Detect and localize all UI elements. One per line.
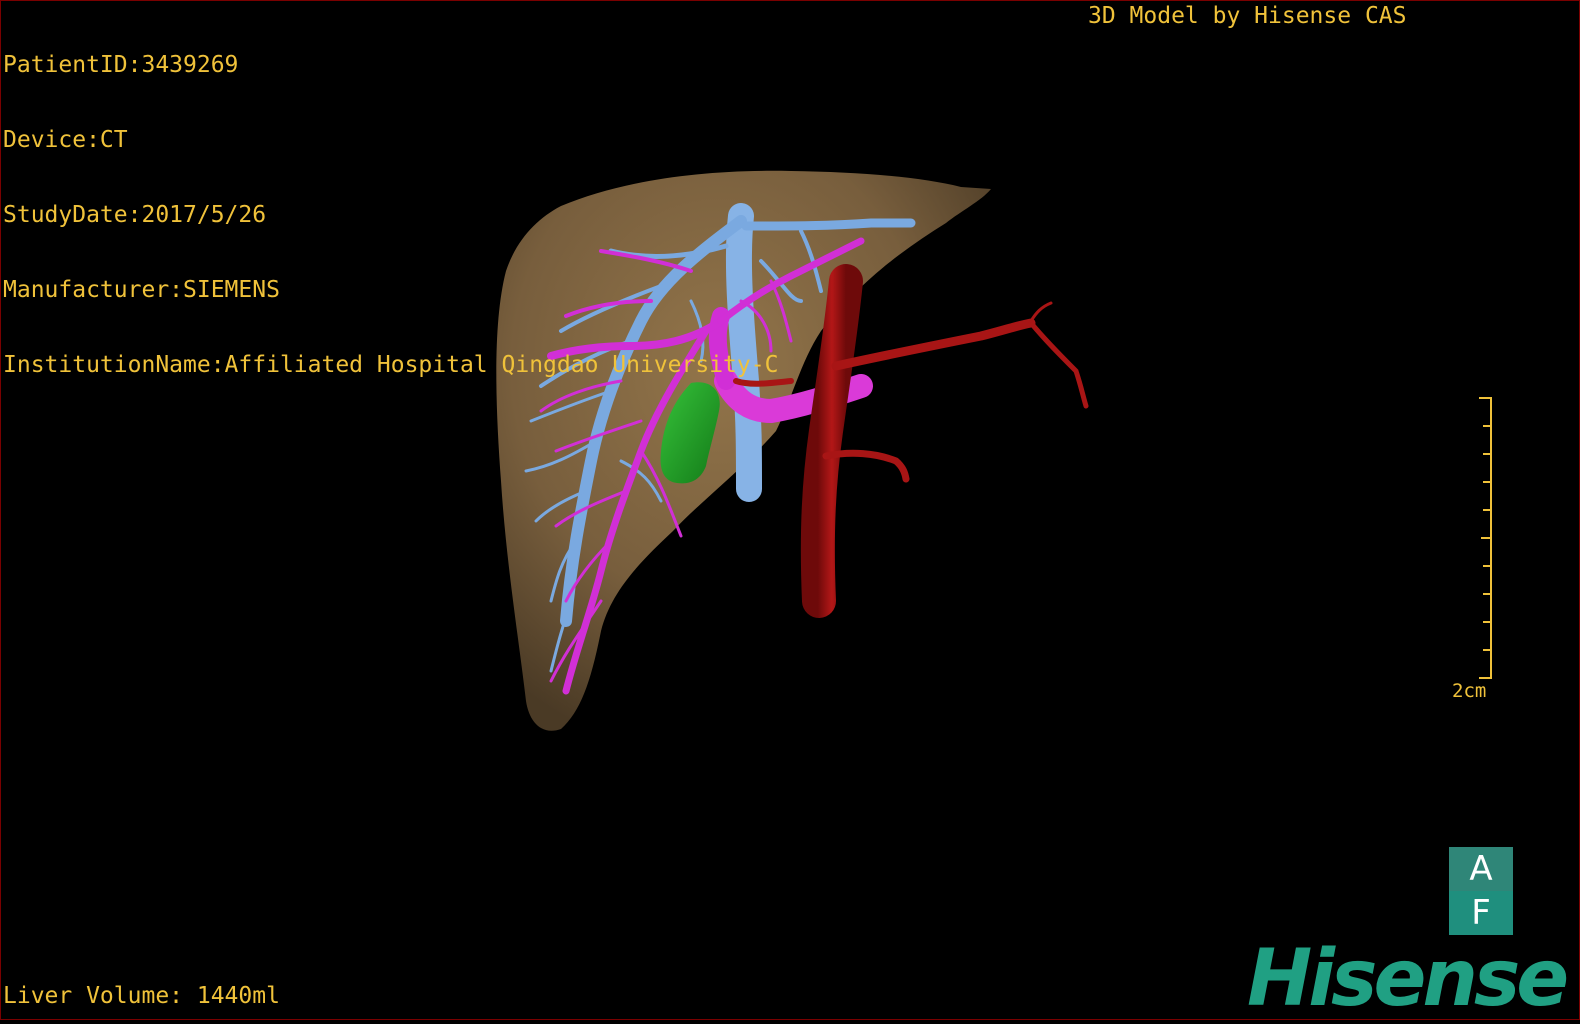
orientation-cube-anterior-face[interactable]: A: [1449, 847, 1513, 891]
scale-label: 2cm: [1452, 680, 1487, 702]
patient-id-text: PatientID:3439269: [3, 52, 239, 78]
manufacturer-text: Manufacturer:SIEMENS: [3, 277, 280, 303]
institution-text: InstitutionName:Affiliated Hospital Qing…: [3, 352, 779, 378]
hisense-logo: Hisense: [1247, 934, 1569, 1024]
3d-viewport[interactable]: PatientID:3439269 Device:CT StudyDate:20…: [0, 0, 1580, 1020]
study-date-text: StudyDate:2017/5/26: [3, 202, 267, 228]
orientation-cube[interactable]: A F: [1449, 847, 1513, 935]
device-text: Device:CT: [3, 127, 128, 153]
liver-volume-text: Liver Volume: 1440ml: [3, 983, 280, 1009]
orientation-cube-front-face[interactable]: F: [1449, 891, 1513, 935]
model-credit-text: 3D Model by Hisense CAS: [1088, 3, 1407, 29]
study-info-block: PatientID:3439269 Device:CT StudyDate:20…: [3, 3, 778, 428]
scale-ruler: [1479, 397, 1492, 679]
